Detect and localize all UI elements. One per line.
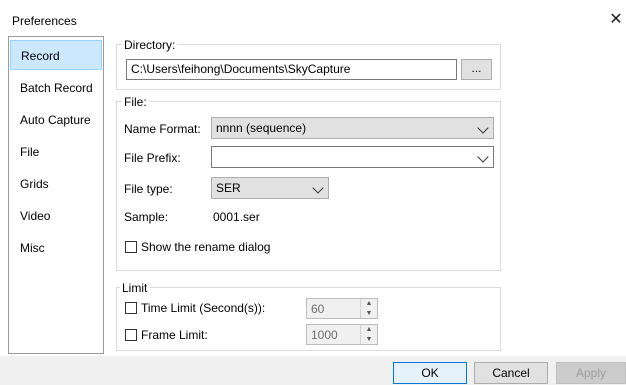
- sidebar-item-batch-record[interactable]: Batch Record: [10, 73, 102, 103]
- directory-path-input[interactable]: C:\Users\feihong\Documents\SkyCapture: [126, 59, 457, 80]
- title-bar: Preferences ✕: [0, 0, 626, 36]
- sample-label: Sample:: [124, 210, 169, 224]
- rename-dialog-checkbox[interactable]: [125, 241, 137, 253]
- chevron-down-icon: [312, 182, 324, 194]
- ok-button[interactable]: OK: [393, 362, 467, 384]
- file-type-label: File type:: [124, 182, 173, 196]
- spin-up-icon[interactable]: ▲: [360, 299, 377, 308]
- frame-limit-checkbox[interactable]: [125, 329, 137, 341]
- frame-limit-value: 1000: [311, 328, 338, 342]
- file-type-select[interactable]: SER: [211, 177, 329, 199]
- sidebar-item-file[interactable]: File: [10, 137, 102, 167]
- limit-group-label: Limit: [120, 281, 150, 295]
- time-limit-checkbox[interactable]: [125, 302, 137, 314]
- spin-down-icon[interactable]: ▼: [360, 335, 377, 344]
- spin-down-icon[interactable]: ▼: [360, 309, 377, 318]
- frame-limit-label[interactable]: Frame Limit:: [141, 328, 208, 342]
- sidebar-item-misc[interactable]: Misc: [10, 233, 102, 263]
- sidebar-item-label: Auto Capture: [20, 113, 91, 127]
- file-prefix-combo[interactable]: [211, 146, 494, 168]
- sidebar-item-auto-capture[interactable]: Auto Capture: [10, 105, 102, 135]
- file-group-label: File:: [122, 95, 149, 109]
- sidebar-item-label: Grids: [20, 177, 49, 191]
- spin-up-icon[interactable]: ▲: [360, 325, 377, 334]
- name-format-label: Name Format:: [124, 122, 201, 136]
- directory-group-label: Directory:: [122, 38, 178, 52]
- close-icon[interactable]: ✕: [608, 12, 624, 28]
- sidebar-item-record[interactable]: Record: [10, 40, 102, 70]
- dialog-footer: OK Cancel Apply: [0, 356, 626, 385]
- time-limit-value: 60: [311, 302, 325, 316]
- name-format-select[interactable]: nnnn (sequence): [211, 117, 494, 139]
- window-title: Preferences: [12, 14, 77, 28]
- sidebar-item-video[interactable]: Video: [10, 201, 102, 231]
- sidebar-item-label: File: [20, 145, 40, 159]
- file-type-value: SER: [216, 181, 241, 195]
- frame-limit-spinner[interactable]: 1000 ▲ ▼: [306, 324, 378, 345]
- chevron-down-icon: [477, 122, 489, 134]
- sidebar-item-label: Record: [21, 49, 60, 63]
- browse-button[interactable]: ...: [461, 59, 492, 80]
- time-limit-spinner[interactable]: 60 ▲ ▼: [306, 298, 378, 319]
- file-prefix-label: File Prefix:: [124, 151, 181, 165]
- sidebar-item-label: Misc: [20, 241, 45, 255]
- apply-button[interactable]: Apply: [556, 362, 626, 384]
- rename-dialog-label[interactable]: Show the rename dialog: [141, 240, 270, 254]
- sidebar-item-grids[interactable]: Grids: [10, 169, 102, 199]
- sample-value: 0001.ser: [213, 210, 260, 224]
- sidebar-item-label: Batch Record: [20, 81, 93, 95]
- sidebar: Record Batch Record Auto Capture File Gr…: [8, 36, 104, 354]
- chevron-down-icon: [477, 151, 489, 163]
- cancel-button[interactable]: Cancel: [474, 362, 548, 384]
- name-format-value: nnnn (sequence): [216, 121, 307, 135]
- sidebar-item-label: Video: [20, 209, 51, 223]
- time-limit-label[interactable]: Time Limit (Second(s)):: [141, 301, 265, 315]
